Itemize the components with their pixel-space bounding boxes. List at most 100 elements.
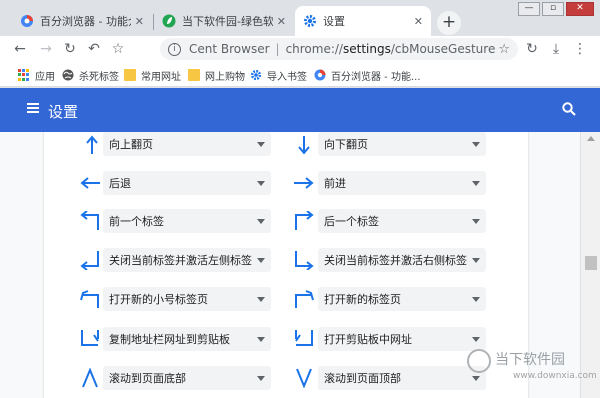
undo-close-icon[interactable]: ↶ (84, 39, 104, 59)
arrow-down-right-icon (295, 251, 314, 270)
gesture-select-close-left[interactable]: 关闭当前标签并激活左侧标签 (103, 248, 271, 272)
bookmarks-bar: 应用 杀死标签 常用网址 网上购物 导入书签 百分浏览器 - 功能... (0, 62, 600, 87)
arrow-down-icon (298, 136, 310, 155)
close-icon[interactable]: ✕ (414, 15, 423, 28)
arrow-left-icon (80, 177, 100, 189)
select-value: 向上翻页 (109, 138, 153, 151)
bookmark-kill-tab[interactable]: 杀死标签 (62, 67, 119, 83)
bookmark-shopping[interactable]: 网上购物 (188, 67, 245, 83)
bookmark-common-sites[interactable]: 常用网址 (124, 67, 181, 83)
gesture-select-page-down[interactable]: 向下翻页 (318, 132, 486, 156)
arrow-up-left-icon (80, 290, 99, 308)
mouse-gesture-card: 向上翻页 向下翻页 后退 前进 前一个标签 后一个标签 关闭当前标签并激活左侧标… (44, 132, 528, 398)
chevron-down-icon (472, 219, 480, 224)
gesture-select-forward[interactable]: 前进 (318, 171, 486, 195)
gesture-select-scroll-bottom[interactable]: 滚动到页面底部 (103, 366, 271, 390)
window-close-button[interactable]: ✕ (566, 2, 594, 16)
select-value: 滚动到页面底部 (109, 372, 186, 385)
tab-title: 当下软件园-绿色软件... (182, 15, 273, 28)
bookmark-label: 百分浏览器 - 功能... (331, 71, 421, 83)
folder-icon (124, 69, 136, 81)
select-value: 打开剪贴板中网址 (324, 333, 412, 346)
bookmark-apps[interactable]: 应用 (18, 67, 55, 83)
gesture-select-close-right[interactable]: 关闭当前标签并激活右侧标签 (318, 248, 486, 272)
apps-grid-icon (18, 69, 30, 81)
tab-baifen[interactable]: 百分浏览器 - 功能介绍 ✕ (12, 6, 152, 36)
arrow-down-left2-icon (81, 330, 99, 346)
search-icon[interactable] (561, 101, 577, 117)
gesture-select-back[interactable]: 后退 (103, 171, 271, 195)
bookmark-label: 导入书签 (267, 71, 307, 83)
gesture-select-new-small-tab[interactable]: 打开新的小号标签页 (103, 287, 271, 311)
select-value: 前进 (324, 177, 346, 190)
select-value: 打开新的小号标签页 (109, 293, 208, 306)
watermark: 当下软件园 www.downxia.com (467, 347, 597, 389)
select-value: 后一个标签 (324, 215, 379, 228)
url-separator: | (275, 42, 280, 56)
arrow-up-down-icon (82, 368, 98, 388)
chevron-down-icon (257, 376, 265, 381)
page-title: 设置 (48, 103, 79, 121)
download-icon[interactable]: ⤓ (546, 39, 566, 59)
tab-settings[interactable]: 设置 ✕ (295, 6, 431, 36)
gesture-select-new-tab[interactable]: 打开新的标签页 (318, 287, 486, 311)
gesture-select-prev-tab[interactable]: 前一个标签 (103, 209, 271, 233)
bookmark-baifen[interactable]: 百分浏览器 - 功能... (314, 67, 421, 83)
gesture-select-copy-url[interactable]: 复制地址栏网址到剪贴板 (103, 327, 271, 351)
back-arrow-icon[interactable]: ← (10, 39, 30, 59)
globe-icon (62, 69, 74, 81)
gesture-select-open-clipboard[interactable]: 打开剪贴板中网址 (318, 327, 486, 351)
bookmark-label: 网上购物 (205, 71, 245, 83)
scroll-up-icon[interactable] (587, 136, 595, 141)
gesture-select-page-up[interactable]: 向上翻页 (103, 132, 271, 156)
tab-downxia[interactable]: 当下软件园-绿色软件... ✕ (154, 6, 294, 36)
chevron-down-icon (472, 181, 480, 186)
select-value: 复制地址栏网址到剪贴板 (109, 333, 230, 346)
close-icon[interactable]: ✕ (135, 15, 144, 28)
forward-arrow-icon[interactable]: → (36, 39, 56, 59)
tab-strip: 百分浏览器 - 功能介绍 ✕ 当下软件园-绿色软件... ✕ 设置 ✕ + — … (0, 0, 600, 36)
toolbar: ← → ↻ ↶ ☆ i Cent Browser | chrome://sett… (0, 36, 600, 62)
chevron-down-icon (472, 297, 480, 302)
arrow-right-up-icon (295, 211, 314, 230)
new-tab-button[interactable]: + (437, 11, 461, 35)
arrow-down-left-icon (80, 251, 99, 270)
reload-all-icon[interactable]: ↻ (522, 39, 542, 59)
star-icon[interactable]: ☆ (498, 42, 510, 57)
arrow-down-up-icon (296, 368, 312, 388)
bookmark-star-icon[interactable]: ☆ (108, 39, 128, 59)
bookmark-label: 常用网址 (141, 71, 181, 83)
info-icon[interactable]: i (168, 42, 181, 56)
select-value: 打开新的标签页 (324, 293, 401, 306)
chevron-down-icon (257, 142, 265, 147)
arrow-up-icon (86, 135, 98, 154)
cent-browser-icon (314, 69, 326, 81)
hamburger-menu-icon[interactable] (27, 103, 39, 113)
chevron-down-icon (257, 219, 265, 224)
arrow-right-icon (294, 177, 314, 189)
select-value: 滚动到页面顶部 (324, 372, 401, 385)
select-value: 后退 (109, 177, 131, 190)
chevron-down-icon (472, 142, 480, 147)
close-icon[interactable]: ✕ (277, 15, 286, 28)
select-value: 向下翻页 (324, 138, 368, 151)
address-bar[interactable]: i Cent Browser | chrome://settings/cbMou… (160, 38, 518, 60)
select-value: 前一个标签 (109, 215, 164, 228)
watermark-logo-icon (467, 349, 491, 373)
cent-browser-icon (21, 15, 33, 27)
gesture-select-scroll-top[interactable]: 滚动到页面顶部 (318, 366, 486, 390)
gesture-select-next-tab[interactable]: 后一个标签 (318, 209, 486, 233)
maximize-button[interactable]: ▫ (542, 2, 564, 16)
gear-icon (304, 15, 316, 27)
chevron-down-icon (257, 337, 265, 342)
scrollbar-thumb[interactable] (585, 256, 597, 270)
minimize-button[interactable]: — (518, 2, 540, 16)
site-name: Cent Browser (189, 42, 270, 56)
url-text: chrome://settings/cbMouseGesture (285, 42, 496, 56)
bookmark-import[interactable]: 导入书签 (250, 67, 307, 83)
watermark-name: 当下软件园 (495, 352, 565, 368)
settings-header: 设置 (0, 88, 600, 132)
menu-dots-icon[interactable]: ⋮ (570, 39, 590, 59)
reload-icon[interactable]: ↻ (60, 39, 80, 59)
tab-title: 设置 (323, 15, 345, 28)
